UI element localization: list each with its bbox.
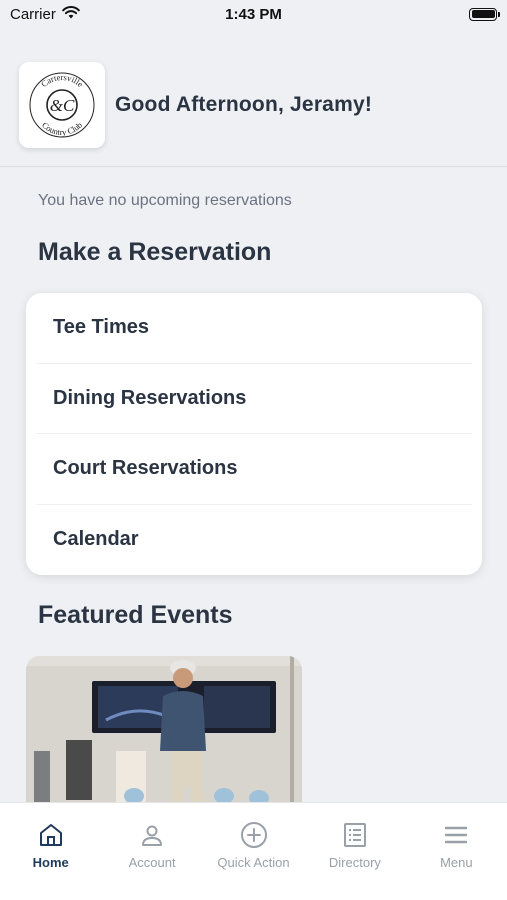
tab-directory[interactable]: Directory xyxy=(304,803,405,900)
svg-text:Cartersville: Cartersville xyxy=(39,72,85,89)
battery-icon xyxy=(469,7,500,21)
tab-home-label: Home xyxy=(32,855,69,870)
tab-account-label: Account xyxy=(128,855,176,870)
tab-menu[interactable]: Menu xyxy=(406,803,507,900)
tab-bar: Home Account Quick Action Directory Menu xyxy=(0,802,507,900)
person-icon xyxy=(138,821,166,849)
reservation-card: Tee Times Dining Reservations Court Rese… xyxy=(26,293,482,575)
reservation-item-dining[interactable]: Dining Reservations xyxy=(36,364,472,434)
plus-circle-icon xyxy=(240,821,268,849)
home-icon xyxy=(37,821,65,849)
featured-event-card[interactable] xyxy=(26,656,302,806)
reservation-item-tee-times[interactable]: Tee Times xyxy=(36,293,472,364)
tab-quick-action[interactable]: Quick Action xyxy=(203,803,304,900)
list-icon xyxy=(341,821,369,849)
greeting-text: Good Afternoon, Jeramy! xyxy=(115,93,373,116)
header-divider xyxy=(0,166,507,167)
tab-directory-label: Directory xyxy=(328,855,381,870)
make-reservation-title: Make a Reservation xyxy=(38,238,272,266)
featured-event-image xyxy=(26,656,302,806)
tab-menu-label: Menu xyxy=(440,855,473,870)
tab-account[interactable]: Account xyxy=(101,803,202,900)
tab-home[interactable]: Home xyxy=(0,803,101,900)
reservation-item-calendar[interactable]: Calendar xyxy=(36,505,472,576)
header: Cartersville Country Club &C Good Aftern… xyxy=(19,62,488,148)
reservation-item-court[interactable]: Court Reservations xyxy=(36,434,472,505)
featured-events-title: Featured Events xyxy=(38,601,233,629)
status-left: Carrier xyxy=(10,6,80,23)
status-bar: Carrier 1:43 PM xyxy=(0,0,507,28)
hamburger-icon xyxy=(442,821,470,849)
svg-text:&C: &C xyxy=(50,96,75,115)
carrier-label: Carrier xyxy=(10,5,56,23)
svg-text:Country Club: Country Club xyxy=(40,120,84,137)
club-logo-icon: Cartersville Country Club &C xyxy=(29,72,95,138)
tab-quick-action-label: Quick Action xyxy=(217,855,290,870)
reservations-status: You have no upcoming reservations xyxy=(38,192,292,209)
club-logo[interactable]: Cartersville Country Club &C xyxy=(19,62,105,148)
wifi-icon xyxy=(62,5,80,23)
